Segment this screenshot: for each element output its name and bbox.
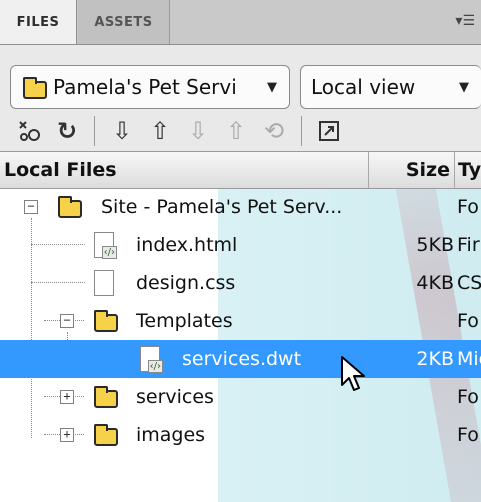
tab-files[interactable]: FILES [0,0,77,44]
column-size[interactable]: Size [368,152,454,188]
tree-item-label: images [136,424,206,446]
refresh-icon[interactable]: ↻ [48,114,86,148]
panel-tab-bar: FILES ASSETS ▾☰ [0,0,481,45]
column-type[interactable]: Ty [454,152,481,188]
folder-icon [94,424,118,446]
tree-row-folder[interactable]: + images Fo [0,416,481,454]
expand-panel-icon[interactable] [310,114,348,148]
tree-item-label: design.css [136,272,236,294]
toolbar-divider [94,116,95,146]
folder-icon [94,386,118,408]
css-file-icon [94,270,114,296]
expand-toggle[interactable]: + [60,428,74,442]
tree-row-folder[interactable]: − Templates Fo [0,302,481,340]
tree-row-folder[interactable]: + services Fo [0,378,481,416]
html-file-icon [94,232,117,259]
tree-item-type: CS [457,272,481,294]
site-folder-icon [23,77,47,99]
synchronize-icon[interactable]: ⟲ [255,114,293,148]
mouse-cursor-icon [341,356,365,391]
folder-icon [94,310,118,332]
tree-item-label: Templates [136,310,233,332]
tree-item-size: 5KB [416,234,454,256]
chevron-down-icon: ▼ [459,79,469,95]
site-select[interactable]: Pamela's Pet Servi ▼ [10,65,290,109]
put-files-icon[interactable]: ⇧ [141,114,179,148]
expand-toggle[interactable]: + [60,390,74,404]
folder-icon [58,196,82,218]
tree-item-type: Fo [457,386,479,408]
check-out-icon[interactable]: ⇩ [179,114,217,148]
file-tree: − Site - Pamela's Pet Serv... Fo index.h… [0,188,481,502]
tree-item-size: 2KB [416,348,454,370]
tree-item-type: Fo [457,310,479,332]
column-local-files[interactable]: Local Files [4,152,368,188]
chevron-down-icon: ▼ [267,79,277,95]
collapse-toggle[interactable]: − [24,200,38,214]
tree-item-size: 4KB [416,272,454,294]
file-list-header: Local Files Size Ty [0,151,481,189]
get-files-icon[interactable]: ⇩ [103,114,141,148]
tree-item-label: services [136,386,214,408]
tree-item-type: Fo [457,424,479,446]
tree-item-type: Fir [457,234,480,256]
tree-item-label: Site - Pamela's Pet Serv... [101,196,343,218]
toolbar-divider [301,116,302,146]
tree-row-file-selected[interactable]: services.dwt 2KB Mic [0,340,481,378]
tree-row-site[interactable]: − Site - Pamela's Pet Serv... Fo [0,188,481,226]
tab-assets[interactable]: ASSETS [78,0,170,44]
toolbar-icons: ↻ ⇩ ⇧ ⇩ ⇧ ⟲ [10,113,481,149]
tree-item-type: Mic [457,348,481,370]
view-select-value: Local view [311,75,416,99]
panel-menu-icon[interactable]: ▾☰ [455,13,475,29]
tree-item-label: index.html [136,234,238,256]
tree-row-file[interactable]: index.html 5KB Fir [0,226,481,264]
template-file-icon [140,346,163,373]
tree-row-file[interactable]: design.css 4KB CS [0,264,481,302]
connect-icon[interactable] [10,114,48,148]
view-select[interactable]: Local view ▼ [300,65,481,109]
files-toolbar: Pamela's Pet Servi ▼ Local view ▼ ↻ ⇩ ⇧ … [0,45,481,151]
check-in-icon[interactable]: ⇧ [217,114,255,148]
collapse-toggle[interactable]: − [60,314,74,328]
tree-item-label: services.dwt [182,348,302,370]
tree-item-type: Fo [457,196,479,218]
site-select-value: Pamela's Pet Servi [53,75,237,99]
